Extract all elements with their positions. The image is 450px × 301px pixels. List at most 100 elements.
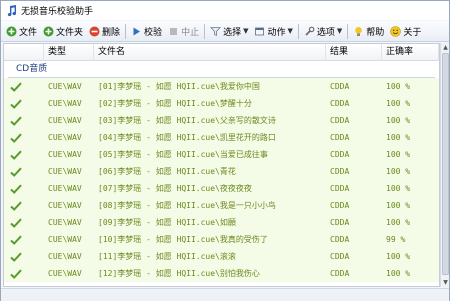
filename-cell: [10]李梦瑶 - 如愿 HQII.cue\我真的受伤了	[98, 235, 268, 244]
filename-cell: [11]李梦瑶 - 如愿 HQII.cue\滚滚	[98, 252, 236, 261]
filename-cell: [12]李梦瑶 - 如愿 HQII.cue\别怕我伤心	[98, 269, 260, 278]
result-cell: CDDA	[330, 167, 350, 176]
status-cell	[4, 150, 44, 160]
help-button[interactable]: 帮助	[350, 22, 387, 40]
add-folder-icon	[43, 26, 54, 37]
filename-cell: [09]李梦瑶 - 如愿 HQII.cue\如願	[98, 218, 236, 227]
table-row[interactable]: CUE\WAV [01]李梦瑶 - 如愿 HQII.cue\我爱你中国 CDDA 10…	[4, 78, 439, 95]
result-cell: CDDA	[330, 201, 350, 210]
vertical-scrollbar[interactable]: ▲ ▼	[440, 43, 449, 287]
type-cell: CUE\WAV	[48, 167, 82, 176]
result-cell: CDDA	[330, 235, 350, 244]
filename-cell: [01]李梦瑶 - 如愿 HQII.cue\我爱你中国	[98, 82, 260, 91]
rate-cell: 100 %	[386, 201, 411, 210]
rate-cell: 100 %	[386, 133, 411, 142]
rate-cell: 100 %	[386, 252, 411, 261]
bulb-icon	[353, 26, 364, 37]
table-row[interactable]: CUE\WAV [04]李梦瑶 - 如愿 HQII.cue\凯里花开的路口 CDDA…	[4, 129, 439, 146]
filename-cell: [07]李梦瑶 - 如愿 HQII.cue\夜夜夜夜	[98, 184, 252, 193]
table-row[interactable]: CUE\WAV [05]李梦瑶 - 如愿 HQII.cue\当爱已成往事 CDDA 1…	[4, 146, 439, 163]
rate-cell: 100 %	[386, 99, 411, 108]
table-row[interactable]: CUE\WAV [06]李梦瑶 - 如愿 HQII.cue\青花 CDDA 100 %	[4, 163, 439, 180]
table-row[interactable]: CUE\WAV [03]李梦瑶 - 如愿 HQII.cue\父亲写的散文诗 CDDA…	[4, 112, 439, 129]
select-dropdown-button[interactable]: 选择 ▼	[207, 22, 251, 40]
column-header-result[interactable]: 结果	[326, 44, 382, 61]
table-row[interactable]: CUE\WAV [09]李梦瑶 - 如愿 HQII.cue\如願 CDDA 100 %	[4, 214, 439, 231]
file-list[interactable]: 类型 文件名 结果 正确率 CD音质 CUE\WAV [01]李梦瑶 - 如愿 H…	[3, 43, 440, 287]
checkmark-icon	[10, 82, 22, 92]
app-window: 无损音乐校验助手 文件 文件夹 删除 校验 中止 选择 ▼ 动作 ▼ 选项 ▼ …	[0, 0, 450, 301]
checkmark-icon	[10, 133, 22, 143]
about-button[interactable]: 关于	[387, 22, 424, 40]
type-cell: CUE\WAV	[48, 201, 82, 210]
music-note-icon	[5, 4, 17, 17]
rate-cell: 99 %	[386, 235, 406, 244]
title-bar: 无损音乐校验助手	[1, 1, 449, 20]
add-folder-label: 文件夹	[56, 27, 84, 38]
column-header-status[interactable]	[4, 44, 44, 61]
status-cell	[4, 218, 44, 228]
add-file-button[interactable]: 文件	[3, 22, 40, 40]
options-label: 选项	[316, 27, 335, 38]
checkmark-icon	[10, 201, 22, 211]
chevron-down-icon: ▼	[336, 27, 343, 35]
add-file-icon	[6, 26, 17, 37]
checkmark-icon	[10, 269, 22, 279]
status-cell	[4, 99, 44, 109]
type-cell: CUE\WAV	[48, 184, 82, 193]
options-dropdown-button[interactable]: 选项 ▼	[301, 22, 345, 40]
checkmark-icon	[10, 150, 22, 160]
type-cell: CUE\WAV	[48, 133, 82, 142]
column-header-type[interactable]: 类型	[44, 44, 94, 61]
status-cell	[4, 235, 44, 245]
rate-cell: 100 %	[386, 82, 411, 91]
column-header-filename[interactable]: 文件名	[94, 44, 326, 61]
rate-cell: 100 %	[386, 150, 411, 159]
delete-icon	[89, 26, 100, 37]
type-cell: CUE\WAV	[48, 269, 82, 278]
checkmark-icon	[10, 99, 22, 109]
checkmark-icon	[10, 167, 22, 177]
status-cell	[4, 269, 44, 279]
verify-label: 校验	[144, 27, 163, 38]
type-cell: CUE\WAV	[48, 150, 82, 159]
result-cell: CDDA	[330, 82, 350, 91]
table-row[interactable]: CUE\WAV [07]李梦瑶 - 如愿 HQII.cue\夜夜夜夜 CDDA 100…	[4, 180, 439, 197]
checkmark-icon	[10, 218, 22, 228]
group-header[interactable]: CD音质	[8, 61, 435, 78]
table-row[interactable]: CUE\WAV [11]李梦瑶 - 如愿 HQII.cue\滚滚 CDDA 100 %	[4, 248, 439, 265]
column-header-rate[interactable]: 正确率	[382, 44, 439, 61]
table-row[interactable]: CUE\WAV [10]李梦瑶 - 如愿 HQII.cue\我真的受伤了 CDDA 9…	[4, 231, 439, 248]
stop-button[interactable]: 中止	[165, 22, 202, 40]
status-cell	[4, 167, 44, 177]
action-dropdown-button[interactable]: 动作 ▼	[251, 22, 295, 40]
table-row[interactable]: CUE\WAV [12]李梦瑶 - 如愿 HQII.cue\别怕我伤心 CDDA 10…	[4, 265, 439, 282]
scroll-up-icon[interactable]: ▲	[441, 43, 450, 52]
add-file-label: 文件	[19, 27, 38, 38]
filter-icon	[210, 26, 221, 37]
smiley-icon	[390, 25, 402, 37]
add-folder-button[interactable]: 文件夹	[40, 22, 86, 40]
verify-button[interactable]: 校验	[128, 22, 165, 40]
stop-label: 中止	[181, 27, 200, 38]
toolbar-separator	[297, 23, 299, 39]
status-cell	[4, 201, 44, 211]
result-cell: CDDA	[330, 184, 350, 193]
type-cell: CUE\WAV	[48, 99, 82, 108]
result-cell: CDDA	[330, 116, 350, 125]
type-cell: CUE\WAV	[48, 235, 82, 244]
list-header: 类型 文件名 结果 正确率	[4, 44, 439, 61]
rate-cell: 100 %	[386, 167, 411, 176]
scroll-down-icon[interactable]: ▼	[441, 278, 450, 287]
table-row[interactable]: CUE\WAV [02]李梦瑶 - 如愿 HQII.cue\梦醒十分 CDDA 100…	[4, 95, 439, 112]
delete-button[interactable]: 删除	[86, 22, 123, 40]
scroll-thumb[interactable]	[442, 53, 449, 275]
filename-cell: [06]李梦瑶 - 如愿 HQII.cue\青花	[98, 167, 236, 176]
filename-cell: [08]李梦瑶 - 如愿 HQII.cue\我是一只小小鸟	[98, 201, 276, 210]
table-row[interactable]: CUE\WAV [08]李梦瑶 - 如愿 HQII.cue\我是一只小小鸟 CDDA…	[4, 197, 439, 214]
type-cell: CUE\WAV	[48, 218, 82, 227]
filename-cell: [03]李梦瑶 - 如愿 HQII.cue\父亲写的散文诗	[98, 116, 276, 125]
type-cell: CUE\WAV	[48, 116, 82, 125]
action-icon	[254, 26, 265, 37]
delete-label: 删除	[102, 27, 121, 38]
